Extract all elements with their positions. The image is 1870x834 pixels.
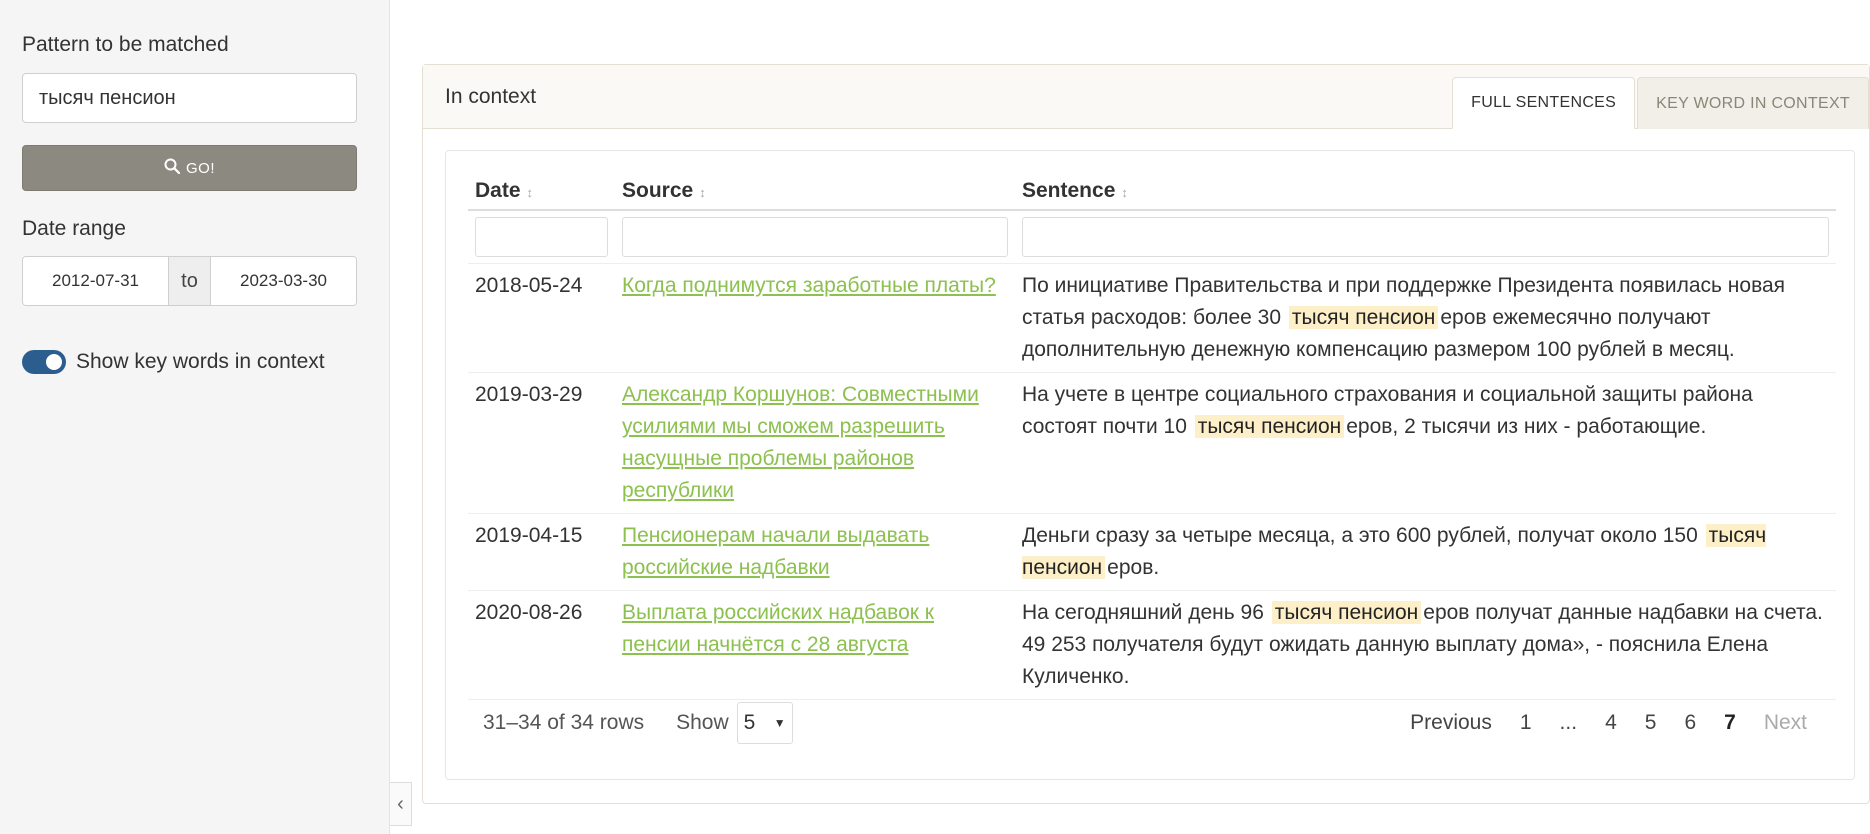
app-root: Pattern to be matched GO! Date range to … (0, 0, 1870, 834)
results-panel: Date ↕ Source ↕ Sentence ↕ 2018-05-24 Когда… (445, 150, 1855, 780)
show-label: Show (676, 711, 729, 734)
keyword-highlight: тысяч пенсион (1288, 306, 1439, 329)
pattern-label: Pattern to be matched (22, 33, 229, 56)
source-link[interactable]: Александр Коршунов: Совместными усилиями… (622, 383, 979, 502)
keyword-highlight: тысяч пенсион (1194, 415, 1345, 438)
filter-date-input[interactable] (475, 217, 608, 257)
search-icon (164, 158, 181, 178)
context-card: In context FULL SENTENCES KEY WORD IN CO… (422, 64, 1870, 804)
table-row: 2019-03-29 Александр Коршунов: Совместны… (468, 372, 1836, 514)
filter-source-input[interactable] (622, 217, 1008, 257)
card-header: In context FULL SENTENCES KEY WORD IN CO… (423, 65, 1869, 129)
table-row: 2018-05-24 Когда поднимутся заработные п… (468, 263, 1836, 373)
row-sentence: На сегодняшний день 96 тысяч пенсион еров… (1015, 590, 1836, 700)
filter-sentence-input[interactable] (1022, 217, 1829, 257)
date-range-label: Date range (22, 217, 126, 240)
date-to-input[interactable] (211, 257, 356, 305)
page-size: Show 5 ▼ (676, 702, 793, 744)
collapse-sidebar-button[interactable]: ‹ (390, 782, 412, 826)
results-table: Date ↕ Source ↕ Sentence ↕ 2018-05-24 Когда… (468, 171, 1836, 700)
row-date: 2019-03-29 (468, 372, 615, 514)
row-date: 2020-08-26 (468, 590, 615, 700)
keywords-toggle-label: Show key words in context (76, 350, 325, 373)
page-button[interactable]: 5 (1631, 711, 1671, 735)
table-row: 2019-04-15 Пенсионерам начали выдавать р… (468, 513, 1836, 591)
row-sentence: На учете в центре социального страховани… (1015, 372, 1836, 514)
chevron-left-icon: ‹ (397, 792, 404, 815)
source-link[interactable]: Выплата российских надбавок к пенсии нач… (622, 601, 934, 656)
row-date: 2018-05-24 (468, 263, 615, 373)
pattern-input[interactable] (22, 73, 357, 123)
caret-down-icon: ▼ (773, 716, 786, 730)
page-button[interactable]: 1 (1506, 711, 1546, 735)
next-page-button[interactable]: Next (1750, 711, 1821, 735)
current-page-button[interactable]: 7 (1710, 711, 1750, 735)
table-row: 2020-08-26 Выплата российских надбавок к… (468, 590, 1836, 700)
view-tabs: FULL SENTENCES KEY WORD IN CONTEXT (1450, 77, 1869, 129)
tab-key-word-in-context[interactable]: KEY WORD IN CONTEXT (1637, 77, 1869, 129)
column-header-date[interactable]: Date ↕ (468, 171, 615, 211)
keyword-highlight: тысяч пенсион (1271, 601, 1422, 624)
sidebar: Pattern to be matched GO! Date range to … (0, 0, 390, 834)
page-size-select[interactable]: 5 ▼ (736, 702, 793, 744)
source-link[interactable]: Пенсионерам начали выдавать российские н… (622, 524, 929, 579)
go-button-label: GO! (185, 159, 215, 177)
page-button[interactable]: 4 (1591, 711, 1631, 735)
row-date: 2019-04-15 (468, 513, 615, 591)
sort-icon: ↕ (526, 185, 534, 200)
page-ellipsis: ... (1559, 711, 1578, 734)
row-sentence: Деньги сразу за четыре месяца, а это 600… (1015, 513, 1836, 591)
tab-full-sentences[interactable]: FULL SENTENCES (1452, 77, 1636, 129)
pagination: Previous 1 ... 4 5 6 7 Next (1396, 711, 1821, 735)
column-header-sentence[interactable]: Sentence ↕ (1015, 171, 1836, 211)
sort-icon: ↕ (699, 185, 706, 200)
source-link[interactable]: Когда поднимутся заработные платы? (622, 274, 996, 297)
table-footer: 31–34 of 34 rows Show 5 ▼ Previous 1 ... … (468, 695, 1836, 751)
keywords-toggle[interactable] (22, 350, 66, 374)
previous-page-button[interactable]: Previous (1396, 711, 1506, 735)
rows-info: 31–34 of 34 rows (483, 711, 645, 734)
sort-icon: ↕ (1121, 185, 1128, 200)
page-button[interactable]: 6 (1670, 711, 1710, 735)
date-range: to (22, 256, 357, 306)
date-from-input[interactable] (23, 257, 168, 305)
card-title: In context (445, 85, 537, 108)
row-sentence: По инициативе Правительства и при поддер… (1015, 263, 1836, 373)
keywords-toggle-row: Show key words in context (22, 350, 325, 374)
go-button[interactable]: GO! (22, 145, 357, 191)
column-header-source[interactable]: Source ↕ (615, 171, 1015, 211)
date-range-separator: to (168, 257, 211, 305)
